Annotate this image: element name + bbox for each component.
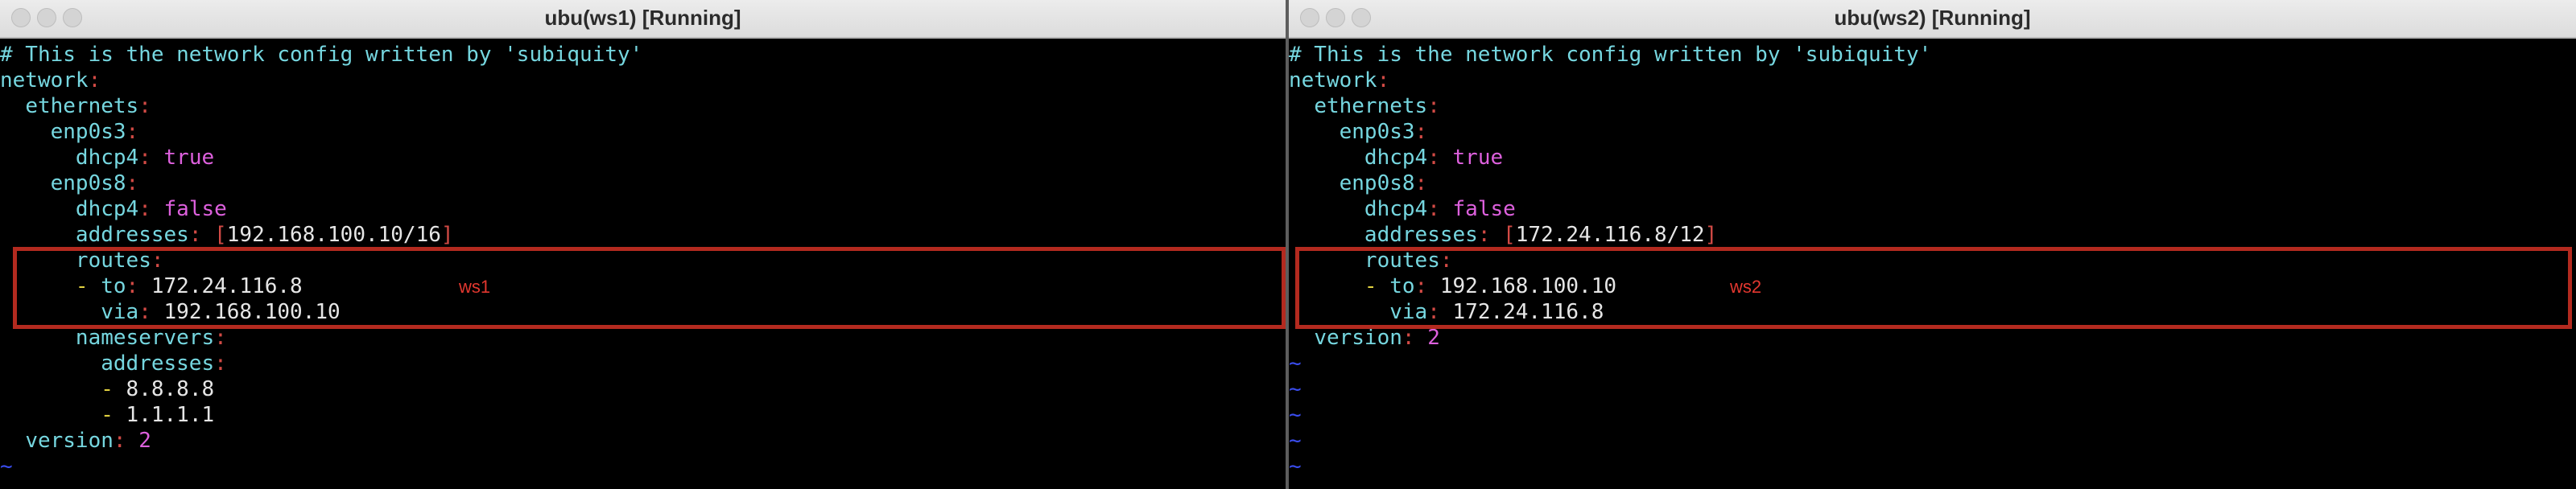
yaml-value: false (163, 197, 227, 221)
empty-line-tilde: ~ (1289, 377, 1302, 401)
empty-line-tilde: ~ (1289, 479, 1302, 489)
yaml-key: enp0s3 (50, 120, 126, 144)
yaml-key: network (1289, 68, 1377, 92)
empty-line-tilde: ~ (1289, 351, 1302, 376)
yaml-key: dhcp4 (1364, 146, 1428, 170)
iface1-line: enp0s3: (50, 120, 139, 144)
highlight-box (1295, 247, 2572, 329)
yaml-key: addresses (75, 223, 189, 247)
vm-window-ws2: ubu(ws2) [Running] # This is the network… (1289, 0, 2576, 489)
highlight-box (13, 247, 1286, 329)
yaml-key: dhcp4 (75, 197, 139, 221)
yaml-value: true (163, 146, 215, 170)
yaml-key: version (1314, 326, 1402, 350)
iface2-dhcp4-line: dhcp4: false (1364, 197, 1516, 221)
ns-addresses-line: addresses: (101, 351, 227, 376)
yaml-key: network (0, 68, 89, 92)
vm-window-ws1: ubu(ws1) [Running] # This is the network… (0, 0, 1286, 489)
yaml-key: addresses (1364, 223, 1478, 247)
yaml-key: ethernets (1314, 94, 1428, 118)
yaml-value: false (1452, 197, 1516, 221)
network-line: network: (1289, 68, 1390, 92)
addresses-line: addresses: [192.168.100.10/16] (75, 223, 454, 247)
dns-line: - 1.1.1.1 (101, 403, 215, 427)
window-title: ubu(ws2) [Running] (1834, 6, 2031, 30)
comment-line: # This is the network config written by … (0, 43, 643, 67)
iface2-line: enp0s8: (50, 171, 139, 195)
ethernets-line: ethernets: (25, 94, 151, 118)
iface1-dhcp4-line: dhcp4: true (1364, 146, 1504, 170)
yaml-value: 192.168.100.10/16 (226, 223, 441, 247)
network-line: network: (0, 68, 101, 92)
yaml-key: dhcp4 (75, 146, 139, 170)
yaml-key: enp0s8 (1339, 171, 1415, 195)
yaml-value: 8.8.8.8 (126, 377, 215, 401)
addresses-line: addresses: [172.24.116.8/12] (1364, 223, 1718, 247)
yaml-value: 1.1.1.1 (126, 403, 215, 427)
title-bar[interactable]: ubu(ws2) [Running] (1289, 0, 2576, 39)
dns-line: - 8.8.8.8 (101, 377, 215, 401)
yaml-value: 2 (1427, 326, 1440, 350)
empty-line-tilde: ~ (1289, 454, 1302, 479)
iface2-dhcp4-line: dhcp4: false (75, 197, 227, 221)
ethernets-line: ethernets: (1314, 94, 1440, 118)
yaml-value: 2 (138, 429, 151, 453)
iface1-line: enp0s3: (1339, 120, 1428, 144)
empty-line-tilde: ~ (1289, 403, 1302, 427)
yaml-key: version (25, 429, 114, 453)
iface1-dhcp4-line: dhcp4: true (75, 146, 215, 170)
version-line: version: 2 (25, 429, 151, 453)
yaml-key: enp0s3 (1339, 120, 1415, 144)
iface2-line: enp0s8: (1339, 171, 1428, 195)
yaml-key: ethernets (25, 94, 139, 118)
yaml-key: nameservers (75, 326, 215, 350)
yaml-value: 172.24.116.8/12 (1515, 223, 1705, 247)
yaml-key: enp0s8 (50, 171, 126, 195)
window-title: ubu(ws1) [Running] (544, 6, 741, 30)
yaml-key: addresses (101, 351, 215, 376)
yaml-value: true (1452, 146, 1504, 170)
yaml-key: dhcp4 (1364, 197, 1428, 221)
title-bar[interactable]: ubu(ws1) [Running] (0, 0, 1286, 39)
empty-line-tilde: ~ (0, 454, 13, 479)
comment-line: # This is the network config written by … (1289, 43, 1932, 67)
empty-line-tilde: ~ (1289, 429, 1302, 453)
